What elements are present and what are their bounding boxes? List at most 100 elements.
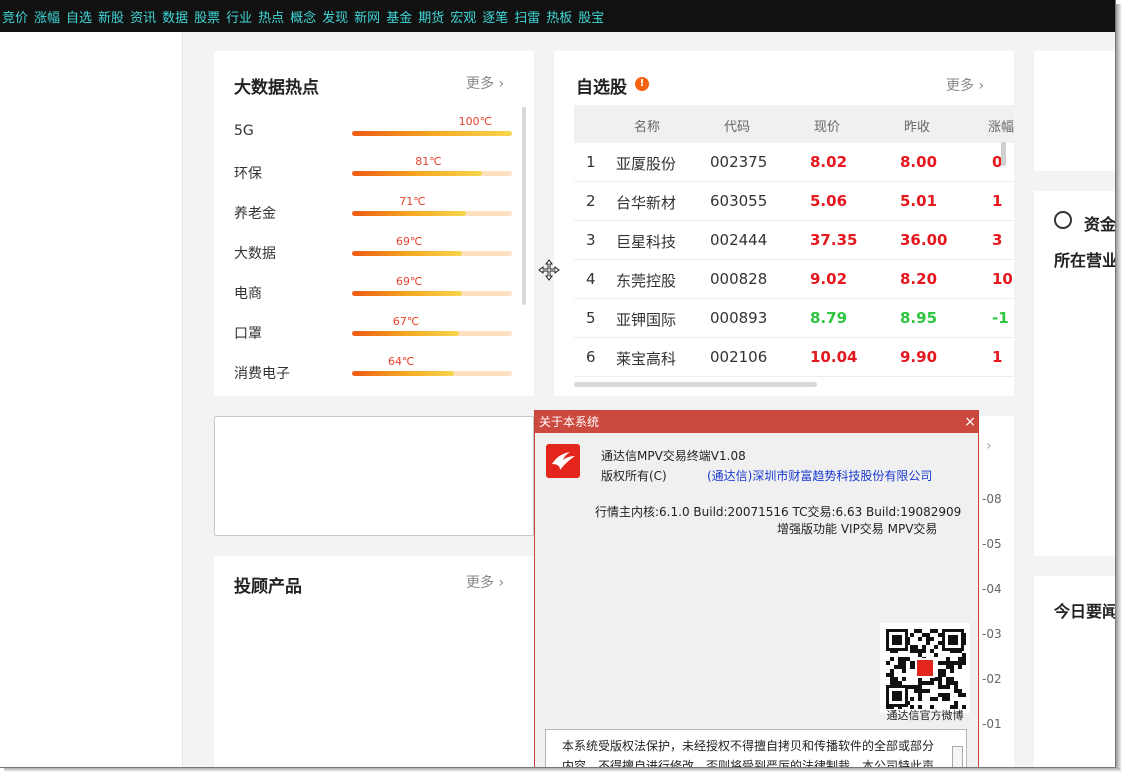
heat-bar	[352, 371, 512, 376]
hot-topic-temp: 69℃	[396, 275, 423, 288]
chart-card-edge: › -08 -05 -04 -03 -02 -01	[974, 416, 1014, 767]
stock-row[interactable]: 2 台华新材 603055 5.06 5.01 1	[574, 182, 1014, 221]
nav-item[interactable]: 新股	[98, 7, 130, 26]
stock-idx: 5	[586, 309, 596, 327]
stock-price: 9.02	[810, 270, 848, 288]
stock-chg: 1	[992, 348, 1003, 366]
hot-topic-name: 口罩	[234, 326, 262, 342]
hot-topic-name: 电商	[234, 286, 262, 302]
watchlist-card: 自选股 ! 更多 › 名称 代码 现价 昨收 涨幅 1 亚厦股份 002375 8.0…	[554, 51, 1014, 396]
nav-item[interactable]: 期货	[418, 7, 450, 26]
advisory-title: 投顾产品	[234, 577, 302, 597]
header-price[interactable]: 现价	[814, 116, 840, 135]
close-icon[interactable]: ×	[964, 411, 976, 433]
stock-code: 000828	[710, 270, 768, 288]
dialog-title-bar[interactable]: 关于本系统 ×	[535, 411, 978, 433]
heat-bar-fill	[352, 331, 460, 336]
hot-topic-row[interactable]: 养老金 71℃	[234, 195, 514, 235]
window-shadow-bottom	[4, 768, 1120, 772]
heat-bar-fill	[352, 211, 466, 216]
hot-topic-name: 养老金	[234, 206, 276, 222]
stock-row[interactable]: 1 亚厦股份 002375 8.02 8.00 0	[574, 143, 1014, 182]
nav-item[interactable]: 基金	[386, 7, 418, 26]
nav-item[interactable]: 涨幅	[34, 7, 66, 26]
heat-bar	[352, 331, 512, 336]
nav-item[interactable]: 热板	[546, 7, 578, 26]
nav-item[interactable]: 新网	[354, 7, 386, 26]
nav-item[interactable]: 热点	[258, 7, 290, 26]
stock-chg: 3	[992, 231, 1003, 249]
nav-item[interactable]: 行业	[226, 7, 258, 26]
stock-prev: 8.20	[900, 270, 938, 288]
top-nav-bar: 竞价 涨幅 自选 新股 资讯 数据 股票 行业 热点 概念 发现 新网 基金 期货 宏观 逐笔 扫雷 热板 股宝	[0, 0, 1115, 32]
hot-topic-row[interactable]: 大数据 69℃	[234, 235, 514, 275]
left-pane	[0, 32, 183, 767]
stock-row[interactable]: 5 亚钾国际 000893 8.79 8.95 -1	[574, 299, 1014, 338]
nav-item[interactable]: 发现	[322, 7, 354, 26]
stock-row[interactable]: 3 巨星科技 002444 37.35 36.00 3	[574, 221, 1014, 260]
nav-item[interactable]: 股票	[194, 7, 226, 26]
hot-topic-temp: 69℃	[396, 235, 423, 248]
hot-more-link[interactable]: 更多 ›	[466, 73, 504, 93]
features-info: 增强版功能 VIP交易 MPV交易	[777, 522, 938, 536]
stock-price: 5.06	[810, 192, 848, 210]
header-change[interactable]: 涨幅	[988, 116, 1014, 135]
stock-chg: 1	[992, 192, 1003, 210]
stock-prev: 36.00	[900, 231, 948, 249]
stock-idx: 1	[586, 153, 596, 171]
nav-item[interactable]: 概念	[290, 7, 322, 26]
nav-item[interactable]: 资讯	[130, 7, 162, 26]
heat-bar-fill	[352, 371, 455, 376]
nav-item[interactable]: 数据	[162, 7, 194, 26]
nav-item[interactable]: 逐笔	[482, 7, 514, 26]
hot-topic-row[interactable]: 电商 69℃	[234, 275, 514, 315]
watchlist-more-link[interactable]: 更多 ›	[946, 75, 984, 95]
hot-topic-row[interactable]: 环保 81℃	[234, 155, 514, 195]
axis-tick-label: -05	[982, 537, 1002, 551]
stock-price: 8.02	[810, 153, 848, 171]
about-dialog: 关于本系统 × 通达信MPV交易终端V1.08 版权所有(C) (通达信)深圳市…	[534, 410, 979, 767]
heat-bar-fill	[352, 291, 463, 296]
company-link[interactable]: (通达信)深圳市财富趋势科技股份有限公司	[707, 467, 932, 484]
header-code[interactable]: 代码	[724, 116, 750, 135]
stock-row[interactable]: 4 东莞控股 000828 9.02 8.20 10	[574, 260, 1014, 299]
stock-name: 莱宝高科	[616, 350, 677, 368]
heat-bar	[352, 251, 512, 256]
hot-topic-row[interactable]: 口罩 67℃	[234, 315, 514, 355]
nav-item[interactable]: 扫雷	[514, 7, 546, 26]
advisory-more-link[interactable]: 更多 ›	[466, 572, 504, 592]
chevron-right-icon[interactable]: ›	[986, 438, 992, 454]
product-name: 通达信MPV交易终端V1.08	[601, 449, 746, 463]
warning-icon[interactable]: !	[635, 77, 649, 91]
hot-topic-row[interactable]: 消费电子 64℃	[234, 355, 514, 395]
hot-topic-row[interactable]: 5G 100℃	[234, 115, 514, 155]
heat-bar	[352, 211, 512, 216]
nav-item[interactable]: 自选	[66, 7, 98, 26]
watchlist-vscroll[interactable]	[1001, 142, 1006, 166]
branch-label: 所在营业	[1054, 251, 1116, 270]
hot-topic-name: 5G	[234, 123, 254, 139]
stock-prev: 8.00	[900, 153, 938, 171]
watchlist-hscroll[interactable]	[574, 382, 817, 387]
heat-bar	[352, 171, 512, 176]
funds-card: 资金 所在营业	[1034, 191, 1116, 556]
stock-name: 台华新材	[616, 194, 677, 212]
nav-item[interactable]: 竞价	[2, 7, 34, 26]
copyright-notice: 本系统受版权法保护，未经授权不得擅自拷贝和传播软件的全部或部分内容，不得擅自进行…	[545, 729, 967, 767]
watchlist-header: 名称 代码 现价 昨收 涨幅	[574, 105, 1014, 143]
stock-row[interactable]: 6 莱宝高科 002106 10.04 9.90 1	[574, 338, 1014, 377]
stock-prev: 5.01	[900, 192, 938, 210]
header-name[interactable]: 名称	[634, 116, 660, 135]
nav-item[interactable]: 宏观	[450, 7, 482, 26]
watchlist-title: 自选股	[576, 78, 627, 98]
hot-topic-temp: 71℃	[399, 195, 426, 208]
hot-scrollbar[interactable]	[522, 107, 526, 305]
heat-bar-fill	[352, 131, 512, 136]
nav-item[interactable]: 股宝	[578, 7, 610, 26]
notice-scrollbar[interactable]	[952, 746, 963, 767]
stock-chg: 10	[992, 270, 1013, 288]
header-prev-close[interactable]: 昨收	[904, 116, 930, 135]
stock-idx: 3	[586, 231, 596, 249]
hot-topic-temp: 64℃	[388, 355, 415, 368]
dialog-title: 关于本系统	[539, 415, 600, 429]
